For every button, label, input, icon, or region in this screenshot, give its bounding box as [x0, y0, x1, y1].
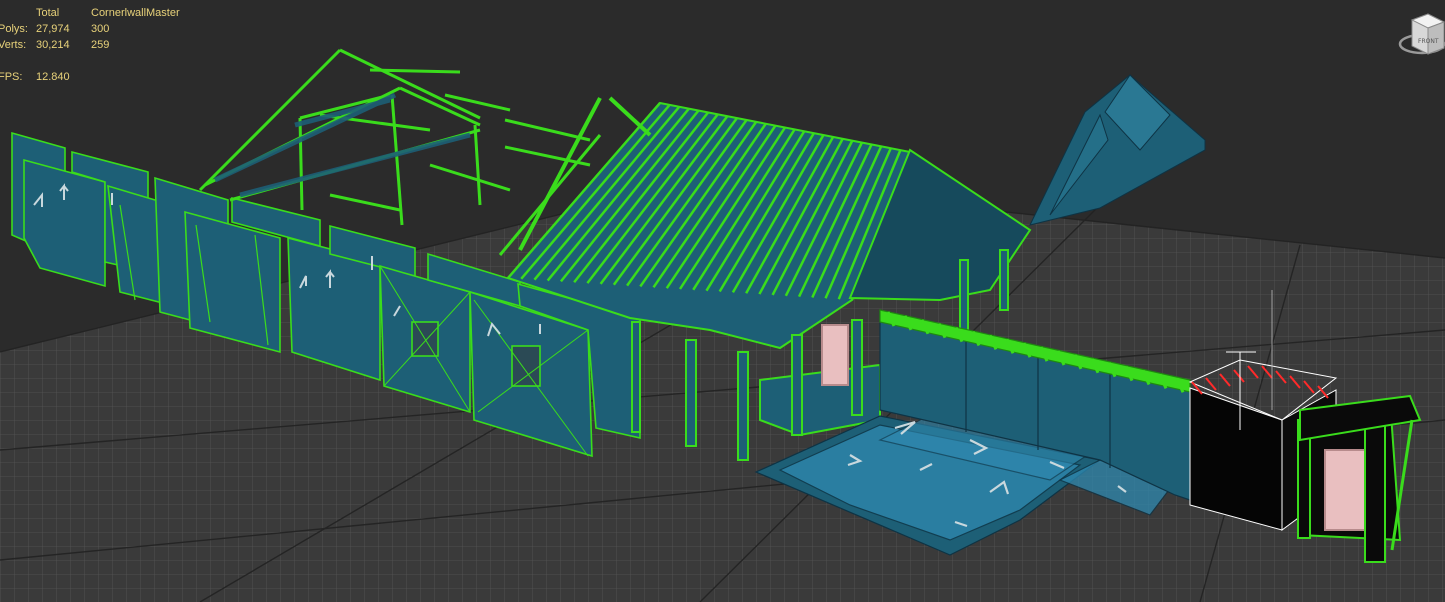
perspective-viewport[interactable] [0, 0, 1445, 602]
fps-value: 12.840 [36, 71, 70, 83]
stats-header-selection: CornerlwallMaster [91, 7, 180, 19]
verts-selection: 259 [91, 39, 110, 51]
viewport-statistics: Total CornerlwallMaster Polys: 27,974 30… [0, 0, 260, 90]
roof-truss-beams [213, 92, 471, 198]
viewcube-icon[interactable]: FRONT [1398, 8, 1445, 60]
fps-label: FPS: [0, 71, 23, 83]
stats-header-total: Total [36, 7, 60, 19]
verts-total: 30,214 [36, 39, 70, 51]
polys-selection: 300 [91, 23, 110, 35]
verts-label: Verts: [0, 39, 27, 51]
polys-label: Polys: [0, 23, 28, 35]
viewcube-face-label: FRONT [1418, 38, 1439, 45]
polys-total: 27,974 [36, 23, 70, 35]
mountain-mesh[interactable] [1029, 74, 1206, 226]
